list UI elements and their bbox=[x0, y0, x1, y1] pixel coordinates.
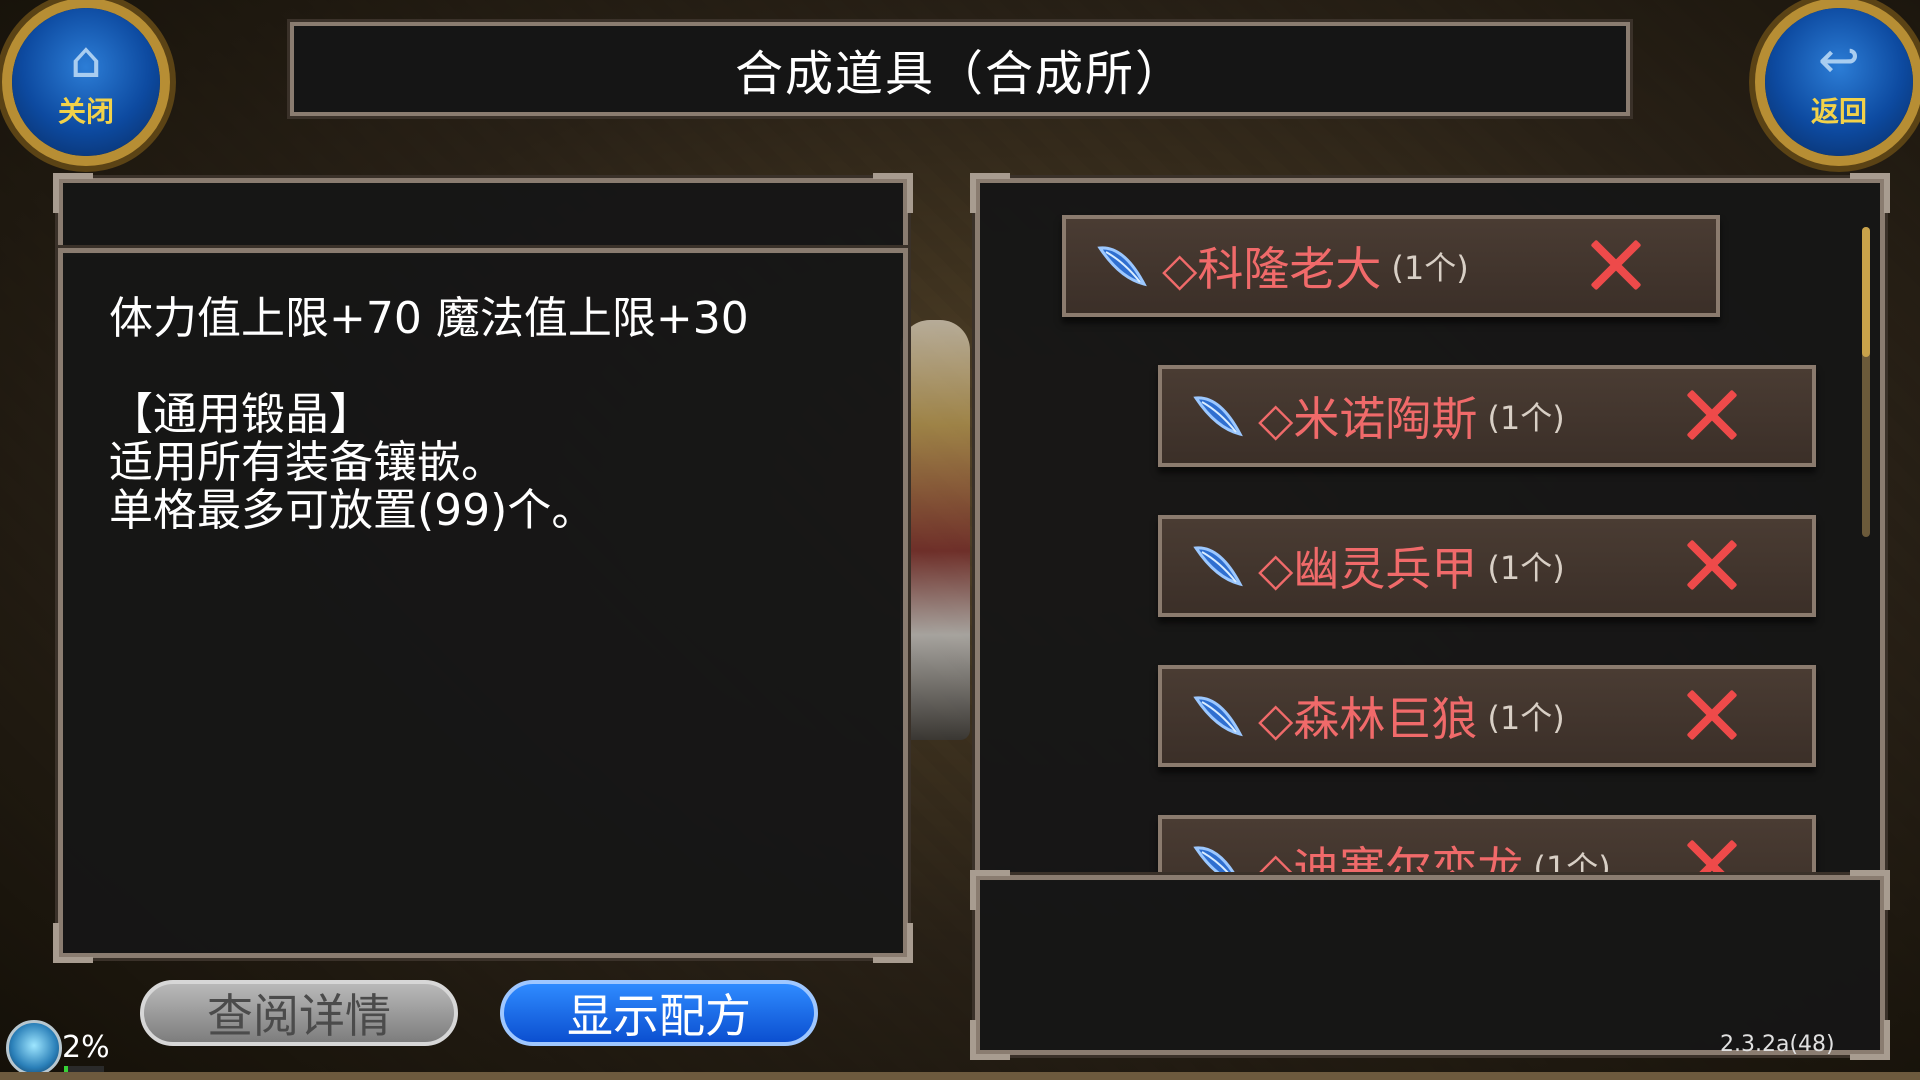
home-icon: ⌂ bbox=[70, 31, 102, 89]
progress-percent: 2% bbox=[62, 1030, 110, 1065]
item-desc-line-2: 单格最多可放置(99)个。 bbox=[109, 485, 596, 536]
frame-corner bbox=[53, 923, 93, 963]
close-label: 关闭 bbox=[57, 95, 114, 128]
item-type: 【通用锻晶】 bbox=[109, 389, 373, 440]
recipe-item[interactable]: ◇幽灵兵甲 (1个) bbox=[1158, 515, 1816, 617]
recipe-item-count: (1个) bbox=[1487, 399, 1565, 437]
frame-corner bbox=[53, 173, 93, 213]
recipe-item-name: ◇森林巨狼 bbox=[1258, 692, 1478, 746]
remove-icon[interactable] bbox=[1588, 237, 1644, 293]
remove-icon[interactable] bbox=[1684, 537, 1740, 593]
return-arrow-icon: ↩ bbox=[1818, 31, 1860, 89]
frame-corner bbox=[873, 923, 913, 963]
remove-icon[interactable] bbox=[1684, 687, 1740, 743]
show-formula-button[interactable]: 显示配方 bbox=[500, 980, 818, 1046]
item-description-panel: 体力值上限+70 魔法值上限+30 【通用锻晶】 适用所有装备镶嵌。 单格最多可… bbox=[53, 245, 913, 963]
title-bar: 合成道具（合成所） bbox=[287, 19, 1633, 119]
feather-icon bbox=[1193, 396, 1243, 437]
recipe-item[interactable]: ◇迪塞尔恋龙 (1个) bbox=[1158, 815, 1816, 873]
recipe-item[interactable]: ◇森林巨狼 (1个) bbox=[1158, 665, 1816, 767]
close-button[interactable]: ⌂ 关闭 bbox=[12, 8, 160, 156]
recipe-item-count: (1个) bbox=[1487, 549, 1565, 587]
page-title: 合成道具（合成所） bbox=[734, 46, 1185, 102]
description-header-panel bbox=[53, 173, 913, 257]
item-stats: 体力值上限+70 魔法值上限+30 bbox=[109, 293, 749, 344]
item-desc-line-1: 适用所有装备镶嵌。 bbox=[109, 437, 505, 488]
recipe-item-count: (1个) bbox=[1487, 699, 1565, 737]
recipe-item-name: ◇迪塞尔恋龙 bbox=[1258, 842, 1524, 873]
feather-icon bbox=[1097, 246, 1147, 287]
remove-icon[interactable] bbox=[1684, 387, 1740, 443]
bottom-strip bbox=[0, 1072, 1920, 1080]
version-label: 2.3.2a(48) bbox=[1720, 1032, 1835, 1057]
remove-icon[interactable] bbox=[1684, 837, 1740, 873]
feather-icon bbox=[1193, 546, 1243, 587]
frame-corner bbox=[1850, 870, 1890, 910]
feather-icon bbox=[1193, 846, 1236, 873]
view-details-button[interactable]: 查阅详情 bbox=[140, 980, 458, 1046]
recipe-list-panel[interactable]: ◇科隆老大 (1个) ◇米诺陶斯 (1个) ◇幽灵兵甲 (1个) ◇森林巨狼 (… bbox=[970, 173, 1890, 881]
frame-corner bbox=[970, 1020, 1010, 1060]
recipe-scrollbar[interactable] bbox=[1862, 227, 1870, 537]
loading-orb-icon bbox=[6, 1020, 62, 1076]
recipe-list-viewport[interactable]: ◇科隆老大 (1个) ◇米诺陶斯 (1个) ◇幽灵兵甲 (1个) ◇森林巨狼 (… bbox=[980, 183, 1880, 873]
recipe-item-name: ◇米诺陶斯 bbox=[1258, 392, 1478, 446]
material-slot-panel bbox=[970, 870, 1890, 1060]
recipe-item[interactable]: ◇科隆老大 (1个) bbox=[1062, 215, 1720, 317]
frame-corner bbox=[970, 870, 1010, 910]
recipe-item-name: ◇幽灵兵甲 bbox=[1258, 542, 1478, 596]
scrollbar-thumb[interactable] bbox=[1862, 227, 1870, 357]
recipe-item[interactable]: ◇米诺陶斯 (1个) bbox=[1158, 365, 1816, 467]
back-button[interactable]: ↩ 返回 bbox=[1765, 8, 1913, 156]
recipe-item-count: (1个) bbox=[1391, 249, 1469, 287]
feather-icon bbox=[1193, 696, 1243, 737]
recipe-item-name: ◇科隆老大 bbox=[1162, 242, 1382, 296]
frame-corner bbox=[1850, 1020, 1890, 1060]
frame-corner bbox=[873, 173, 913, 213]
recipe-item-count: (1个) bbox=[1533, 849, 1611, 873]
background-character bbox=[900, 320, 970, 740]
back-label: 返回 bbox=[1810, 95, 1867, 128]
